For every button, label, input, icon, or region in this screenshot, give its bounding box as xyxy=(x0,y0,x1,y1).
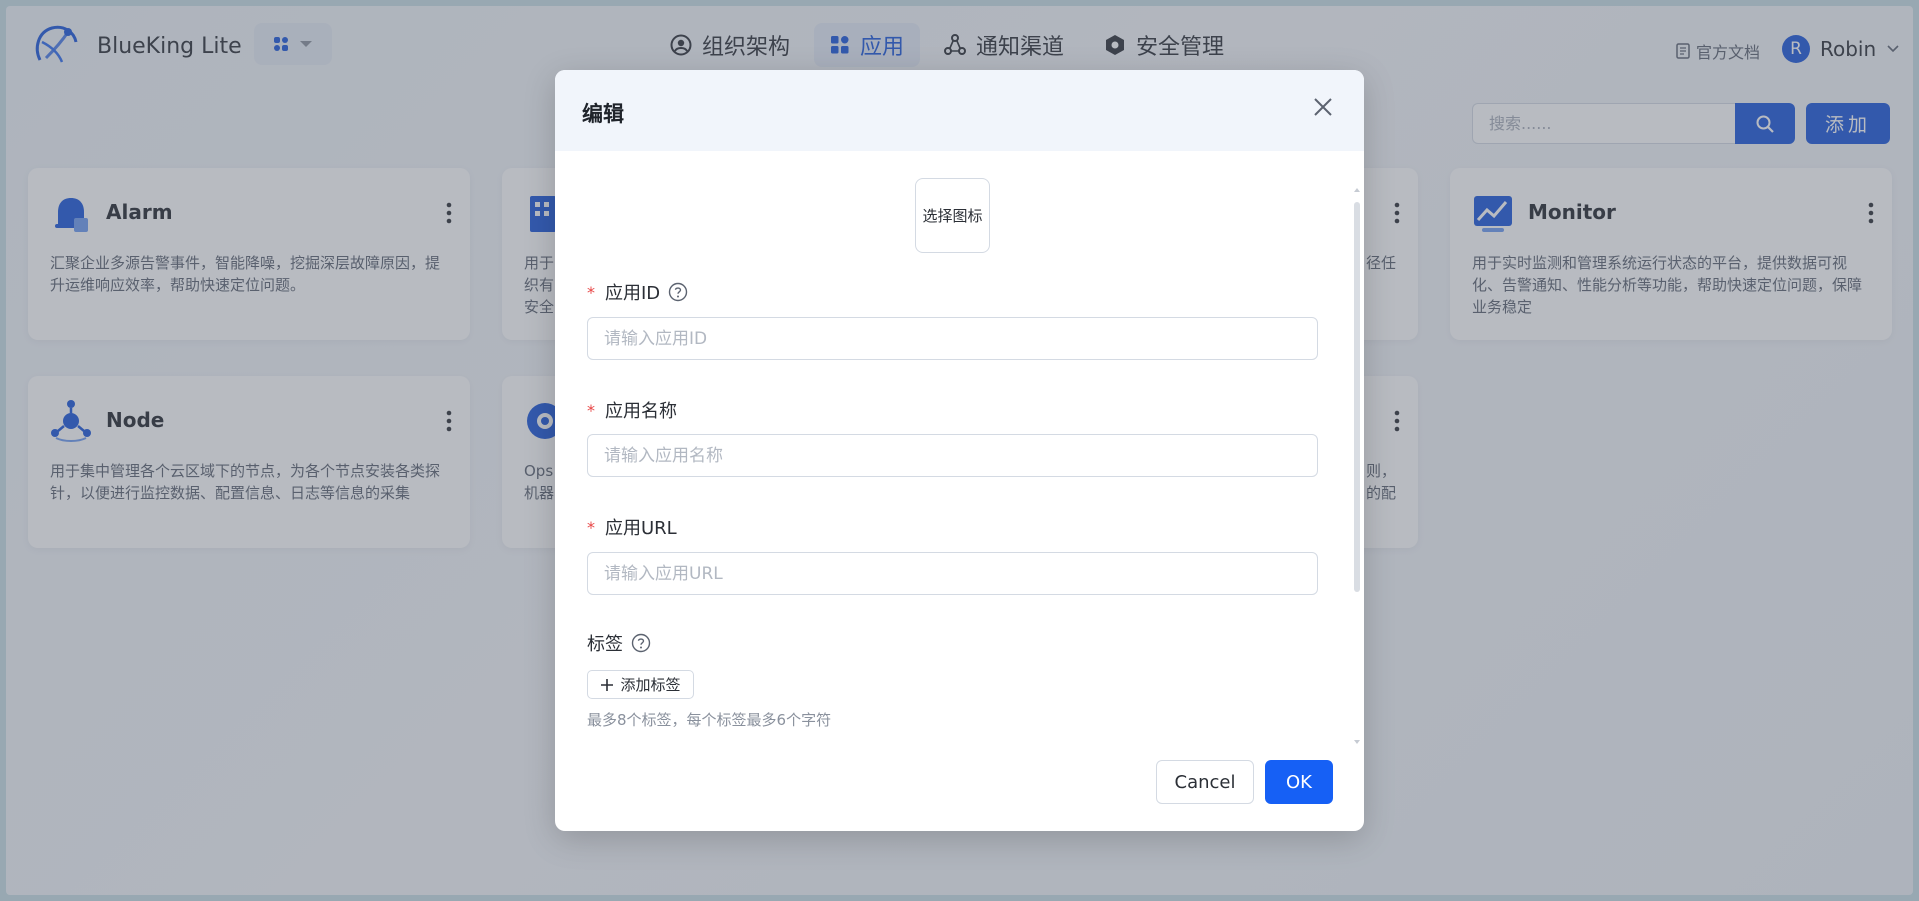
modal-scrollbar[interactable] xyxy=(1352,186,1360,746)
help-circle-icon[interactable] xyxy=(668,282,688,302)
icon-picker-button[interactable]: 选择图标 xyxy=(915,178,990,253)
required-mark: * xyxy=(587,400,595,420)
add-tag-label: 添加标签 xyxy=(620,676,681,694)
required-mark: * xyxy=(587,517,595,537)
cancel-button[interactable]: Cancel xyxy=(1156,760,1254,804)
plus-icon xyxy=(601,678,614,691)
field-label-app-name: * 应用名称 xyxy=(587,397,677,423)
label-text: 应用URL xyxy=(605,518,677,539)
scroll-thumb[interactable] xyxy=(1354,202,1360,592)
modal-title: 编辑 xyxy=(582,102,624,126)
help-circle-icon[interactable] xyxy=(631,633,651,653)
add-tag-button[interactable]: 添加标签 xyxy=(587,670,694,699)
label-text: 应用ID xyxy=(605,283,661,304)
app-url-input[interactable] xyxy=(587,552,1318,595)
ok-button[interactable]: OK xyxy=(1265,760,1333,804)
scroll-up-icon[interactable] xyxy=(1353,186,1361,194)
edit-app-modal: 编辑 选择图标 * 应用ID * 应用名称 * 应用URL 标签 xyxy=(555,70,1364,831)
label-text: 标签 xyxy=(587,634,623,655)
label-text: 应用名称 xyxy=(605,401,677,422)
modal-header: 编辑 xyxy=(555,70,1364,151)
tag-hint: 最多8个标签，每个标签最多6个字符 xyxy=(587,711,832,729)
field-label-app-id: * 应用ID xyxy=(587,279,688,305)
field-label-app-url: * 应用URL xyxy=(587,514,677,540)
scroll-down-icon[interactable] xyxy=(1353,738,1361,746)
required-mark: * xyxy=(587,282,595,302)
app-name-input[interactable] xyxy=(587,434,1318,477)
close-icon[interactable] xyxy=(1310,94,1336,120)
app-id-input[interactable] xyxy=(587,317,1318,360)
field-label-tags: 标签 xyxy=(587,630,651,656)
